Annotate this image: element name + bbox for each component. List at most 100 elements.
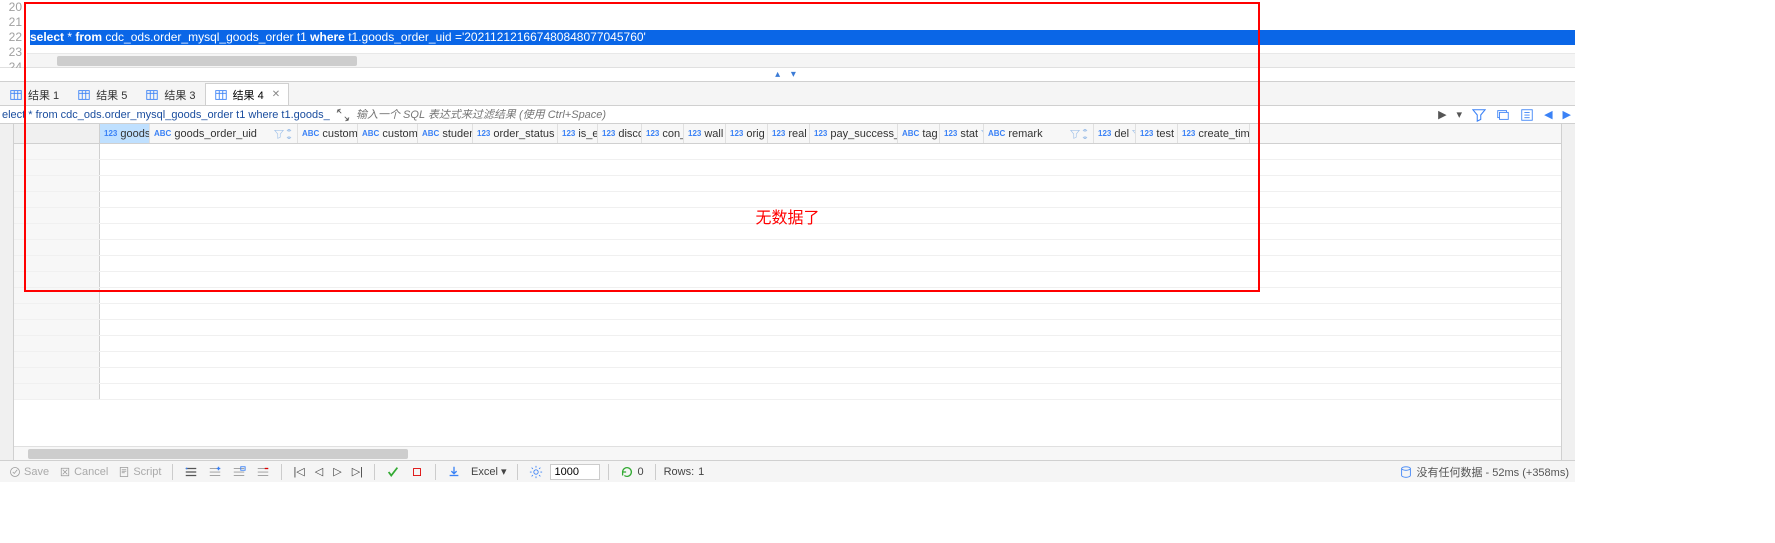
row-number-cell (14, 160, 100, 175)
delete-row-button[interactable] (253, 463, 273, 481)
table-row (14, 272, 1561, 288)
filter-input[interactable] (356, 109, 1438, 121)
column-header[interactable]: ABCgoods_order_uid (150, 124, 298, 143)
column-header[interactable]: 123orig (726, 124, 768, 143)
script-button[interactable]: Script (115, 464, 164, 480)
code-line[interactable] (30, 0, 1575, 15)
column-name: remark (1008, 128, 1042, 140)
first-page-button[interactable]: |◁ (290, 463, 307, 480)
save-button[interactable]: Save (6, 464, 52, 480)
table-row (14, 368, 1561, 384)
column-header[interactable]: 123pay_success_t (810, 124, 898, 143)
column-name: stat (960, 128, 978, 140)
column-header[interactable]: 123real (768, 124, 810, 143)
row-number-cell (14, 384, 100, 399)
column-name: customer (382, 128, 418, 140)
row-number-cell (14, 304, 100, 319)
table-icon (9, 88, 23, 102)
column-header[interactable]: 123order_status (473, 124, 558, 143)
column-header[interactable]: 123wall (684, 124, 726, 143)
result-tab[interactable]: 结果 4✕ (205, 83, 290, 105)
column-filter-icon[interactable] (1070, 129, 1089, 139)
commit-button[interactable] (383, 463, 403, 481)
close-icon[interactable]: ✕ (272, 89, 280, 100)
duplicate-row-button[interactable] (229, 463, 249, 481)
rows-label: Rows: (664, 466, 695, 478)
row-number-cell (14, 320, 100, 335)
export-button[interactable] (444, 463, 464, 481)
scrollbar-thumb[interactable] (28, 449, 408, 459)
column-header[interactable]: 123is_e (558, 124, 598, 143)
code-area[interactable]: select * from cdc_ods.order_mysql_goods_… (27, 0, 1575, 67)
sql-editor[interactable]: 2021222324 select * from cdc_ods.order_m… (0, 0, 1575, 68)
column-header[interactable]: 123create_tim (1178, 124, 1250, 143)
query-preview: elect * from cdc_ods.order_mysql_goods_o… (0, 109, 330, 121)
settings-icon[interactable] (1520, 108, 1534, 122)
column-type-icon: 123 (562, 129, 575, 138)
row-number-cell (14, 288, 100, 303)
column-filter-icon[interactable] (274, 129, 293, 139)
rollback-button[interactable] (407, 463, 427, 481)
result-tab[interactable]: 结果 3 (136, 83, 204, 105)
apply-filter-icon[interactable]: ▶ (1438, 108, 1446, 121)
column-header[interactable]: ABCremark (984, 124, 1094, 143)
row-number-cell (14, 368, 100, 383)
expand-icon[interactable] (336, 108, 350, 122)
column-header[interactable]: 123test (1136, 124, 1178, 143)
grid-side-handle[interactable] (0, 124, 14, 460)
status-bar: Save Cancel Script |◁ ◁ ▷ ▷| Excel ▾ 0 R… (0, 460, 1575, 482)
prev-page-button[interactable]: ◁ (312, 463, 326, 480)
scrollbar-thumb[interactable] (57, 56, 357, 66)
editor-horizontal-scrollbar[interactable] (27, 53, 1575, 67)
column-type-icon: ABC (154, 129, 171, 138)
status-db-icon (1399, 465, 1413, 479)
column-name: real (788, 128, 806, 140)
column-name: studen_ (442, 128, 473, 140)
last-page-button[interactable]: ▷| (349, 463, 366, 480)
line-gutter: 2021222324 (0, 0, 27, 67)
column-type-icon: ABC (302, 129, 319, 138)
column-header[interactable]: 123disco (598, 124, 642, 143)
row-number-cell (14, 144, 100, 159)
refresh-button[interactable]: 0 (617, 463, 646, 481)
code-line[interactable] (30, 15, 1575, 30)
code-line[interactable]: select * from cdc_ods.order_mysql_goods_… (30, 30, 1575, 45)
pin-icon[interactable] (1496, 108, 1510, 122)
cancel-button[interactable]: Cancel (56, 464, 111, 480)
column-header[interactable]: ABCtag (898, 124, 940, 143)
grid-side-handle-right[interactable] (1561, 124, 1575, 460)
settings-gear-icon[interactable] (526, 463, 546, 481)
column-header[interactable]: 123goods (100, 124, 150, 143)
export-excel-button[interactable]: Excel ▾ (468, 463, 509, 480)
filter-history-icon[interactable] (1472, 108, 1486, 122)
prev-icon[interactable]: ◀ (1544, 108, 1552, 121)
row-number-header[interactable] (14, 124, 100, 143)
column-type-icon: 123 (1098, 129, 1111, 138)
grid-header-row: 123goodsABCgoods_order_uidABCcustomer_uA… (14, 124, 1561, 144)
column-header[interactable]: 123con_ (642, 124, 684, 143)
column-header[interactable]: 123stat (940, 124, 984, 143)
column-header[interactable]: 123del (1094, 124, 1136, 143)
max-rows-input[interactable] (550, 464, 600, 480)
column-name: order_status (493, 128, 554, 140)
column-header[interactable]: ABCcustomer_u (298, 124, 358, 143)
edit-mode-button[interactable] (181, 463, 201, 481)
splitter[interactable]: ▴ ▾ (0, 68, 1575, 82)
column-name: customer_u (322, 128, 358, 140)
column-name: is_e (578, 128, 598, 140)
column-header[interactable]: ABCstuden_ (418, 124, 473, 143)
next-icon[interactable]: ▶ (1563, 108, 1571, 121)
rows-value: 1 (698, 466, 704, 478)
column-name: create_tim (1198, 128, 1249, 140)
filter-dropdown-icon[interactable]: ▾ (1457, 108, 1463, 121)
filter-row: elect * from cdc_ods.order_mysql_goods_o… (0, 106, 1575, 124)
table-row (14, 288, 1561, 304)
no-data-annotation: 无数据了 (755, 204, 819, 228)
add-row-button[interactable] (205, 463, 225, 481)
column-header[interactable]: ABCcustomer (358, 124, 418, 143)
result-tab[interactable]: 结果 5 (68, 83, 136, 105)
next-page-button[interactable]: ▷ (330, 463, 344, 480)
grid-horizontal-scrollbar[interactable] (14, 446, 1561, 460)
result-tab[interactable]: 结果 1 (0, 83, 68, 105)
column-type-icon: 123 (772, 129, 785, 138)
